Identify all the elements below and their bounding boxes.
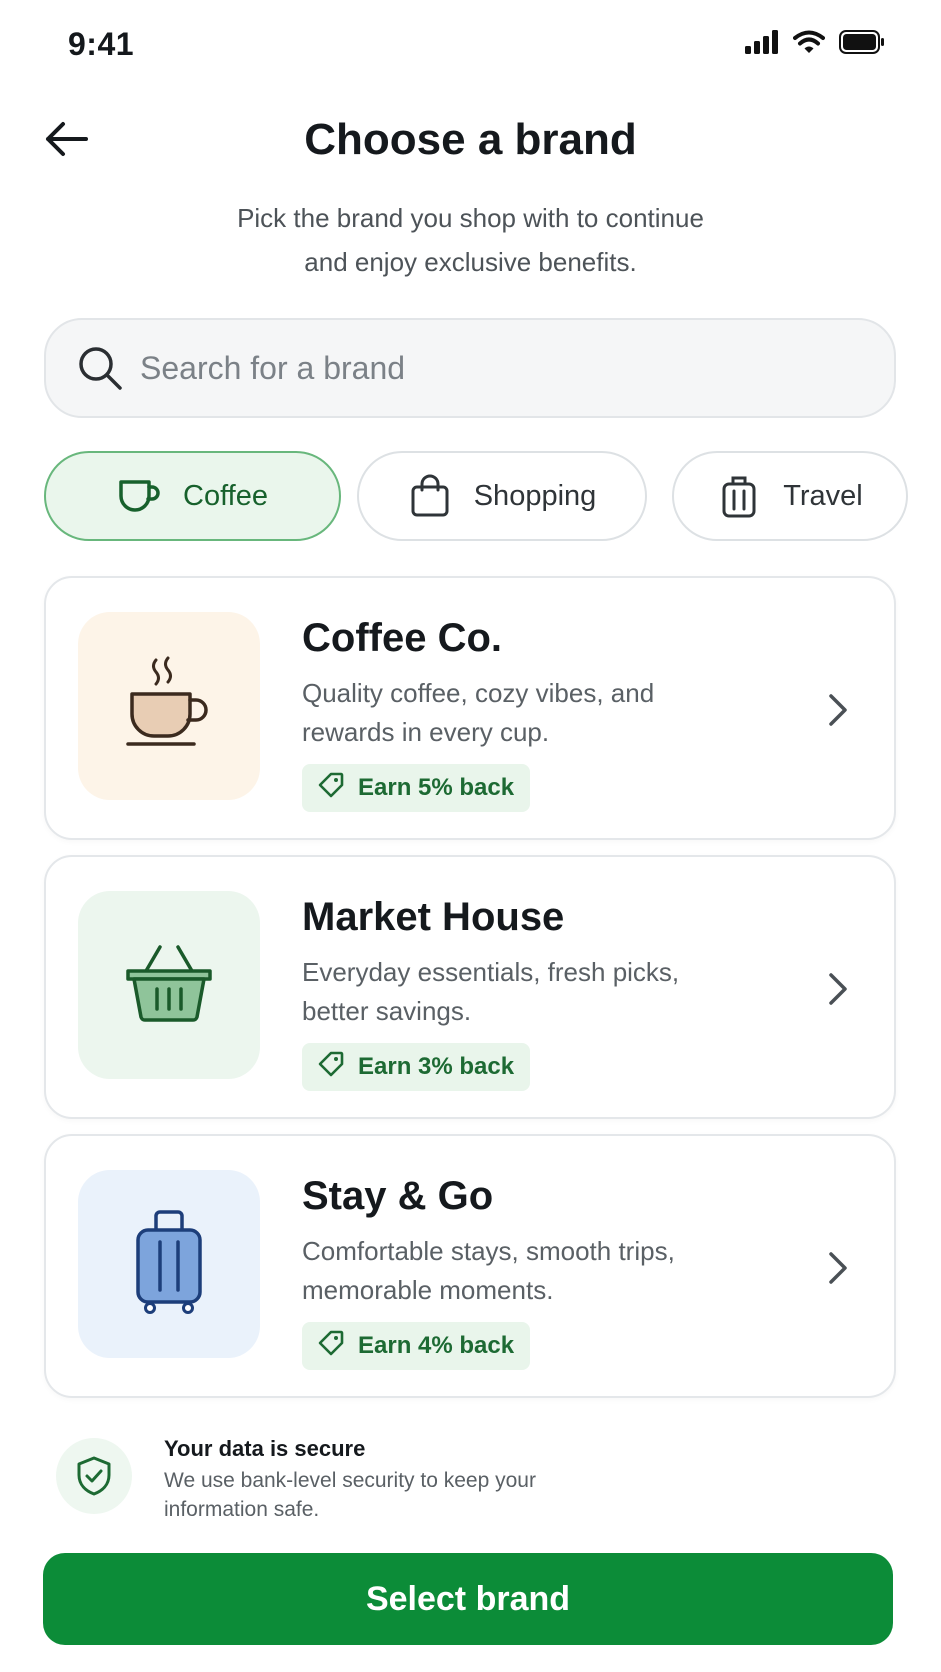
chip-shopping[interactable]: Shopping	[357, 451, 647, 541]
chevron-right-icon	[818, 1248, 858, 1288]
status-icons	[745, 30, 885, 59]
status-time: 9:41	[68, 26, 135, 62]
chevron-right-icon	[818, 969, 858, 1009]
battery-icon	[839, 30, 885, 59]
badge-label: Earn 4% back	[358, 1332, 515, 1359]
luggage-icon	[717, 474, 761, 518]
signal-icon	[745, 30, 779, 59]
chip-travel[interactable]: Travel	[672, 451, 908, 541]
shopping-basket-icon	[124, 941, 214, 1030]
chip-label: Coffee	[183, 479, 268, 512]
chevron-right-icon	[818, 690, 858, 730]
brand-description: Everyday essentials, fresh picks, better…	[302, 957, 680, 1026]
tag-icon	[318, 772, 344, 805]
coffee-cup-icon	[117, 474, 161, 518]
subtitle-line-2: and enjoy exclusive benefits.	[304, 247, 637, 277]
brand-logo-tile	[78, 1170, 260, 1358]
page-title: Choose a brand	[304, 115, 637, 164]
cashback-badge: Earn 4% back	[302, 1322, 531, 1370]
brand-logo-tile	[78, 612, 260, 800]
chip-coffee[interactable]: Coffee	[44, 451, 341, 541]
brand-logo-tile	[78, 891, 260, 1079]
cashback-badge: Earn 3% back	[302, 1043, 531, 1091]
select-brand-button[interactable]: Select brand	[43, 1553, 893, 1645]
brand-card-stay-and-go[interactable]: Stay & Go Comfortable stays, smooth trip…	[44, 1134, 896, 1398]
shopping-bag-icon	[408, 474, 452, 518]
brand-name: Stay & Go	[302, 1174, 494, 1218]
tag-icon	[318, 1051, 344, 1084]
suitcase-icon	[134, 1209, 204, 1319]
page-subtitle: Pick the brand you shop with to continue…	[140, 196, 801, 284]
search-bar[interactable]	[44, 318, 896, 418]
badge-label: Earn 5% back	[358, 774, 515, 801]
search-input[interactable]	[140, 349, 840, 387]
header: Choose a brand	[0, 105, 941, 177]
security-description: We use bank-level security to keep your …	[164, 1469, 536, 1521]
category-chips: Coffee Shopping Travel	[0, 451, 941, 543]
brand-name: Coffee Co.	[302, 616, 502, 660]
chip-label: Shopping	[473, 479, 597, 512]
tag-icon	[318, 1330, 344, 1363]
steaming-coffee-cup-icon	[124, 656, 214, 757]
subtitle-line-1: Pick the brand you shop with to continue	[237, 203, 704, 233]
shield-check-icon	[56, 1438, 132, 1514]
brand-name: Market House	[302, 895, 565, 939]
brand-description: Quality coffee, cozy vibes, and rewards …	[302, 678, 655, 747]
brand-card-market-house[interactable]: Market House Everyday essentials, fresh …	[44, 855, 896, 1119]
chip-label: Travel	[783, 479, 863, 512]
status-bar: 9:41	[0, 0, 941, 90]
security-note: Your data is secure We use bank-level se…	[56, 1436, 756, 1521]
security-title: Your data is secure	[164, 1436, 366, 1461]
search-icon	[74, 342, 126, 394]
brand-card-coffee-co[interactable]: Coffee Co. Quality coffee, cozy vibes, a…	[44, 576, 896, 840]
wifi-icon	[793, 30, 825, 59]
badge-label: Earn 3% back	[358, 1053, 515, 1080]
cashback-badge: Earn 5% back	[302, 764, 531, 812]
brand-description: Comfortable stays, smooth trips, memorab…	[302, 1236, 675, 1305]
